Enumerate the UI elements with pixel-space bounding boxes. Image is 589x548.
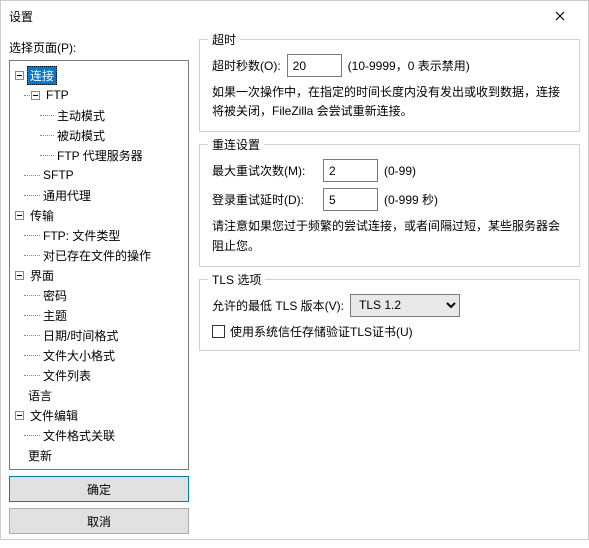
titlebar: 设置 bbox=[1, 1, 588, 31]
tls-legend: TLS 选项 bbox=[208, 271, 265, 288]
cancel-button[interactable]: 取消 bbox=[9, 508, 189, 534]
timeout-input[interactable] bbox=[287, 54, 342, 77]
tree-item-theme[interactable]: 主题 bbox=[10, 305, 188, 325]
tree-item-connection[interactable]: 连接 bbox=[10, 65, 188, 85]
retry-delay-label: 登录重试延时(D): bbox=[212, 191, 317, 208]
tree-item-updates[interactable]: 更新 bbox=[10, 445, 188, 465]
tls-group: TLS 选项 允许的最低 TLS 版本(V): TLS 1.2 使用系统信任存储… bbox=[199, 279, 580, 351]
tree-item-file-list[interactable]: 文件列表 bbox=[10, 365, 188, 385]
tree-item-ftp-proxy[interactable]: FTP 代理服务器 bbox=[10, 145, 188, 165]
minus-icon[interactable] bbox=[14, 410, 25, 421]
timeout-group: 超时 超时秒数(O): (10-9999，0 表示禁用) 如果一次操作中，在指定… bbox=[199, 39, 580, 132]
timeout-label: 超时秒数(O): bbox=[212, 57, 281, 74]
retry-desc: 请注意如果您过于频繁的尝试连接，或者间隔过短，某些服务器会阻止您。 bbox=[212, 217, 567, 255]
retry-delay-input[interactable] bbox=[323, 188, 378, 211]
settings-tree[interactable]: 连接 FTP 主动模式 被动模式 FTP 代理服务器 bbox=[9, 60, 189, 470]
max-retry-hint: (0-99) bbox=[384, 164, 416, 178]
tree-item-date-format[interactable]: 日期/时间格式 bbox=[10, 325, 188, 345]
tree-item-interface[interactable]: 界面 bbox=[10, 265, 188, 285]
max-retry-input[interactable] bbox=[323, 159, 378, 182]
minus-icon[interactable] bbox=[14, 270, 25, 281]
page-select-label: 选择页面(P): bbox=[9, 39, 189, 56]
timeout-desc: 如果一次操作中，在指定的时间长度内没有发出或收到数据，连接将被关闭，FileZi… bbox=[212, 83, 567, 121]
tls-min-select[interactable]: TLS 1.2 bbox=[350, 294, 460, 317]
window-title: 设置 bbox=[9, 8, 540, 25]
retry-group: 重连设置 最大重试次数(M): (0-99) 登录重试延时(D): (0-999… bbox=[199, 144, 580, 266]
tree-item-language[interactable]: 语言 bbox=[10, 385, 188, 405]
tree-item-sftp[interactable]: SFTP bbox=[10, 165, 188, 185]
tree-item-filetypes[interactable]: FTP: 文件类型 bbox=[10, 225, 188, 245]
timeout-legend: 超时 bbox=[208, 31, 240, 48]
tree-item-file-assoc[interactable]: 文件格式关联 bbox=[10, 425, 188, 445]
minus-icon[interactable] bbox=[14, 210, 25, 221]
tree-item-file-edit[interactable]: 文件编辑 bbox=[10, 405, 188, 425]
tree-item-generic-proxy[interactable]: 通用代理 bbox=[10, 185, 188, 205]
max-retry-label: 最大重试次数(M): bbox=[212, 162, 317, 179]
tree-item-size-format[interactable]: 文件大小格式 bbox=[10, 345, 188, 365]
minus-icon[interactable] bbox=[30, 90, 41, 101]
tree-item-passwords[interactable]: 密码 bbox=[10, 285, 188, 305]
tree-item-transfer[interactable]: 传输 bbox=[10, 205, 188, 225]
retry-delay-hint: (0-999 秒) bbox=[384, 191, 438, 208]
ok-button[interactable]: 确定 bbox=[9, 476, 189, 502]
tls-cert-checkbox[interactable] bbox=[212, 325, 225, 338]
tree-item-ftp-active[interactable]: 主动模式 bbox=[10, 105, 188, 125]
tree-item-existing[interactable]: 对已存在文件的操作 bbox=[10, 245, 188, 265]
minus-icon[interactable] bbox=[14, 70, 25, 81]
tree-item-ftp[interactable]: FTP bbox=[10, 85, 188, 105]
timeout-hint: (10-9999，0 表示禁用) bbox=[348, 57, 470, 74]
retry-legend: 重连设置 bbox=[208, 136, 264, 153]
tree-item-ftp-passive[interactable]: 被动模式 bbox=[10, 125, 188, 145]
close-icon bbox=[555, 11, 565, 21]
tls-cert-label: 使用系统信任存储验证TLS证书(U) bbox=[230, 323, 413, 340]
close-button[interactable] bbox=[540, 1, 580, 31]
tls-min-label: 允许的最低 TLS 版本(V): bbox=[212, 297, 344, 314]
